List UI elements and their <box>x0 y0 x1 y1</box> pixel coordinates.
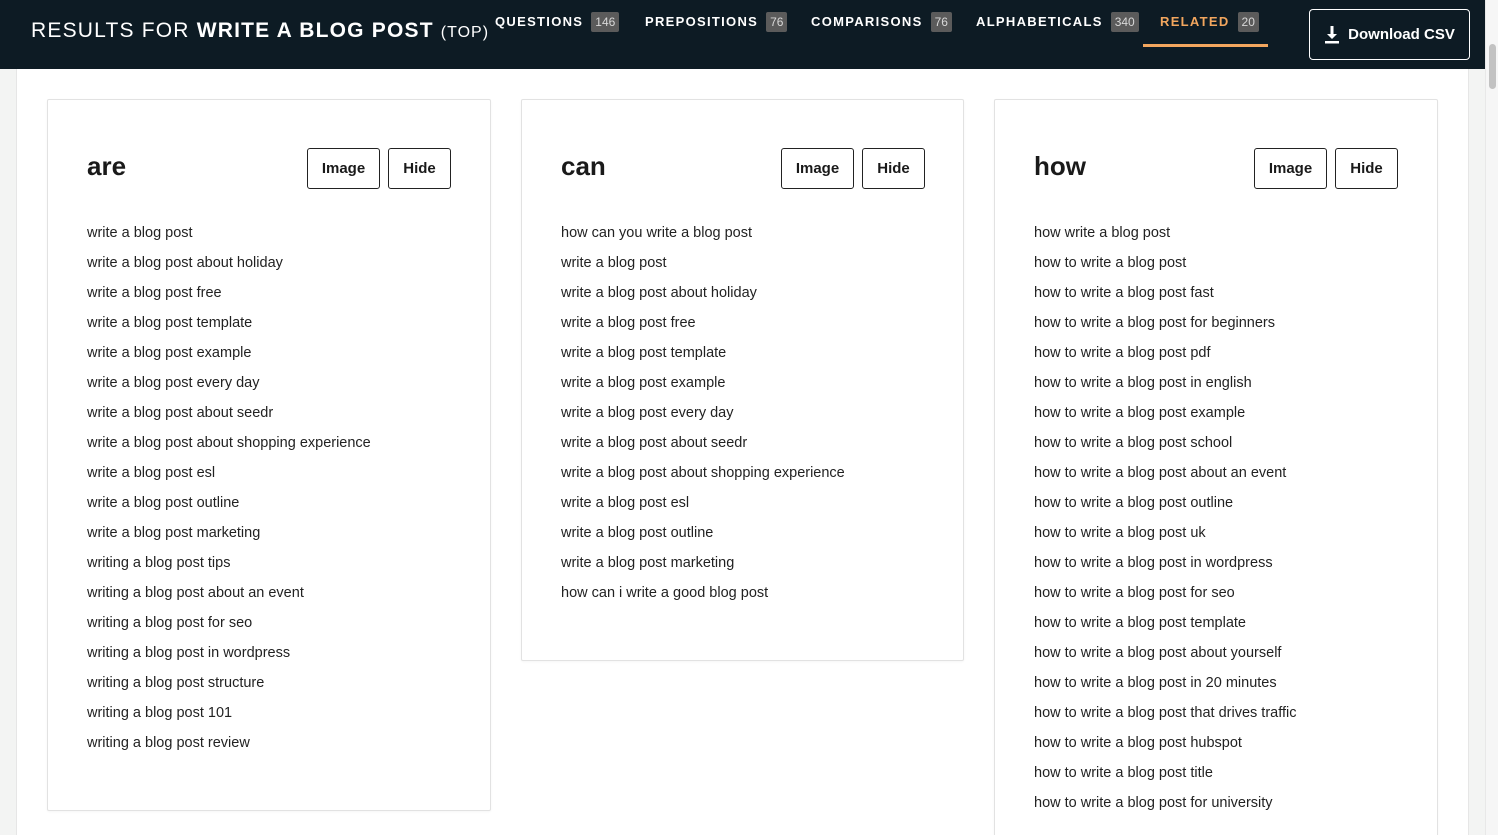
tab-label: QUESTIONS <box>495 14 584 29</box>
tab-related[interactable]: RELATED 20 <box>1143 12 1268 47</box>
list-item[interactable]: write a blog post about holiday <box>87 254 371 284</box>
tab-prepositions[interactable]: PREPOSITIONS 76 <box>645 12 788 46</box>
list-item[interactable]: write a blog post example <box>561 374 845 404</box>
download-icon <box>1325 25 1340 43</box>
list-item[interactable]: how to write a blog post about yourself <box>1034 644 1296 674</box>
card-title: can <box>561 151 606 181</box>
list-item[interactable]: how to write a blog post in english <box>1034 374 1296 404</box>
list-item[interactable]: how to write a blog post in 20 minutes <box>1034 674 1296 704</box>
list-item[interactable]: writing a blog post review <box>87 734 371 764</box>
list-item[interactable]: write a blog post marketing <box>561 554 845 584</box>
list-item[interactable]: writing a blog post tips <box>87 554 371 584</box>
results-title: RESULTS FOR WRITE A BLOG POST (TOP) <box>31 19 489 43</box>
list-item[interactable]: write a blog post outline <box>561 524 845 554</box>
list-item[interactable]: write a blog post <box>561 254 845 284</box>
card-are: are Image Hide write a blog post write a… <box>47 99 491 811</box>
list-item[interactable]: write a blog post esl <box>561 494 845 524</box>
list-item[interactable]: write a blog post about seedr <box>87 404 371 434</box>
list-item[interactable]: writing a blog post structure <box>87 674 371 704</box>
list-item[interactable]: write a blog post every day <box>561 404 845 434</box>
list-item[interactable]: write a blog post outline <box>87 494 371 524</box>
tab-label: PREPOSITIONS <box>645 14 759 29</box>
tab-alphabeticals[interactable]: ALPHABETICALS 340 <box>976 12 1139 46</box>
top-header: RESULTS FOR WRITE A BLOG POST (TOP) QUES… <box>0 0 1485 69</box>
list-item[interactable]: writing a blog post for seo <box>87 614 371 644</box>
page-gutter-left <box>0 69 16 835</box>
tab-count-badge: 20 <box>1237 12 1259 32</box>
list-item[interactable]: write a blog post about shopping experie… <box>561 464 845 494</box>
list-item[interactable]: how to write a blog post hubspot <box>1034 734 1296 764</box>
list-item[interactable]: how write a blog post <box>1034 224 1296 254</box>
list-item[interactable]: write a blog post template <box>561 344 845 374</box>
page-scrollbar[interactable] <box>1485 0 1498 835</box>
list-item[interactable]: how can you write a blog post <box>561 224 845 254</box>
card-title: how <box>1034 151 1086 181</box>
list-item[interactable]: write a blog post example <box>87 344 371 374</box>
card-title: are <box>87 151 127 181</box>
hide-button[interactable]: Hide <box>388 148 451 189</box>
list-item[interactable]: how to write a blog post for seo <box>1034 584 1296 614</box>
list-item[interactable]: write a blog post about seedr <box>561 434 845 464</box>
suggestion-list: how write a blog post how to write a blo… <box>1034 224 1296 824</box>
results-mode: (TOP) <box>440 24 490 41</box>
card-can: can Image Hide how can you write a blog … <box>521 99 964 661</box>
list-item[interactable]: how to write a blog post in wordpress <box>1034 554 1296 584</box>
list-item[interactable]: write a blog post marketing <box>87 524 371 554</box>
download-csv-label: Download CSV <box>1348 26 1455 43</box>
image-button[interactable]: Image <box>307 148 380 189</box>
list-item[interactable]: how to write a blog post outline <box>1034 494 1296 524</box>
list-item[interactable]: write a blog post every day <box>87 374 371 404</box>
tab-count-badge: 340 <box>1110 12 1139 32</box>
suggestion-list: write a blog post write a blog post abou… <box>87 224 371 764</box>
list-item[interactable]: how to write a blog post that drives tra… <box>1034 704 1296 734</box>
tab-label: RELATED <box>1160 14 1230 29</box>
tab-count-badge: 76 <box>766 12 788 32</box>
image-button[interactable]: Image <box>781 148 854 189</box>
list-item[interactable]: how to write a blog post example <box>1034 404 1296 434</box>
list-item[interactable]: how to write a blog post template <box>1034 614 1296 644</box>
list-item[interactable]: how can i write a good blog post <box>561 584 845 614</box>
tab-comparisons[interactable]: COMPARISONS 76 <box>811 12 952 46</box>
list-item[interactable]: how to write a blog post uk <box>1034 524 1296 554</box>
tab-questions[interactable]: QUESTIONS 146 <box>495 12 620 46</box>
list-item[interactable]: write a blog post template <box>87 314 371 344</box>
results-prefix: RESULTS FOR <box>31 19 190 42</box>
list-item[interactable]: how to write a blog post school <box>1034 434 1296 464</box>
page-gutter-right <box>1469 69 1485 835</box>
list-item[interactable]: write a blog post about holiday <box>561 284 845 314</box>
tab-count-badge: 76 <box>930 12 952 32</box>
list-item[interactable]: write a blog post about shopping experie… <box>87 434 371 464</box>
hide-button[interactable]: Hide <box>1335 148 1398 189</box>
list-item[interactable]: how to write a blog post pdf <box>1034 344 1296 374</box>
list-item[interactable]: writing a blog post in wordpress <box>87 644 371 674</box>
list-item[interactable]: writing a blog post about an event <box>87 584 371 614</box>
suggestion-list: how can you write a blog post write a bl… <box>561 224 845 614</box>
hide-button[interactable]: Hide <box>862 148 925 189</box>
scrollbar-thumb[interactable] <box>1489 44 1496 89</box>
tab-label: COMPARISONS <box>811 14 923 29</box>
tab-label: ALPHABETICALS <box>976 14 1103 29</box>
download-csv-button[interactable]: Download CSV <box>1309 9 1470 60</box>
list-item[interactable]: write a blog post free <box>561 314 845 344</box>
list-item[interactable]: how to write a blog post about an event <box>1034 464 1296 494</box>
list-item[interactable]: write a blog post <box>87 224 371 254</box>
list-item[interactable]: how to write a blog post fast <box>1034 284 1296 314</box>
list-item[interactable]: writing a blog post 101 <box>87 704 371 734</box>
list-item[interactable]: how to write a blog post <box>1034 254 1296 284</box>
list-item[interactable]: how to write a blog post for beginners <box>1034 314 1296 344</box>
list-item[interactable]: how to write a blog post for university <box>1034 794 1296 824</box>
tab-count-badge: 146 <box>591 12 620 32</box>
card-how: how Image Hide how write a blog post how… <box>994 99 1438 835</box>
list-item[interactable]: write a blog post esl <box>87 464 371 494</box>
list-item[interactable]: how to write a blog post title <box>1034 764 1296 794</box>
image-button[interactable]: Image <box>1254 148 1327 189</box>
results-query: WRITE A BLOG POST <box>196 19 434 42</box>
list-item[interactable]: write a blog post free <box>87 284 371 314</box>
